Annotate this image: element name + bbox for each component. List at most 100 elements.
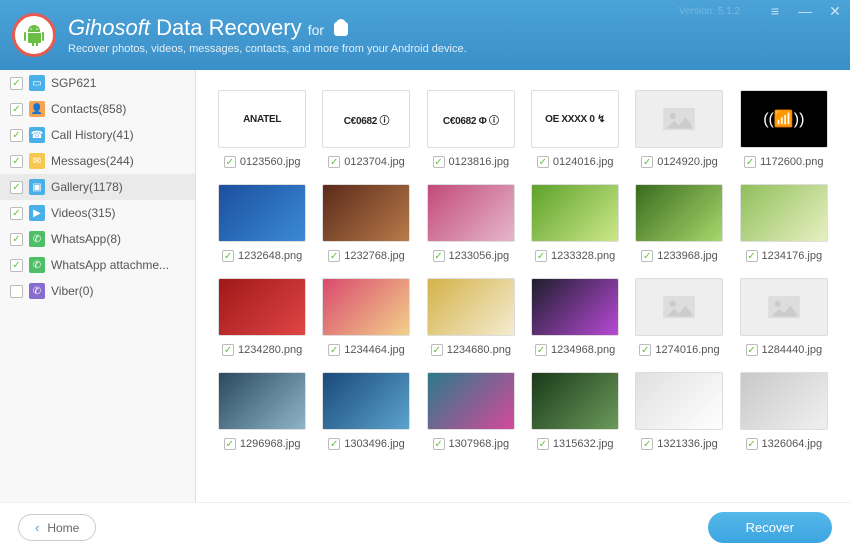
- checkbox[interactable]: ✓: [639, 344, 651, 356]
- thumbnail-image[interactable]: ANATEL: [218, 90, 306, 148]
- checkbox[interactable]: ✓: [10, 77, 23, 90]
- thumbnail-item[interactable]: C€0682 ⓘ✓0123704.jpg: [320, 90, 412, 168]
- thumbnail-item[interactable]: ✓1315632.jpg: [529, 372, 621, 450]
- checkbox[interactable]: ✓: [433, 156, 445, 168]
- sidebar-item-contacts[interactable]: ✓👤Contacts(858): [0, 96, 195, 122]
- checkbox[interactable]: ✓: [746, 344, 758, 356]
- thumbnail-item[interactable]: ✓1232648.png: [216, 184, 308, 262]
- sidebar-item-call-history[interactable]: ✓☎Call History(41): [0, 122, 195, 148]
- thumbnail-item[interactable]: ✓1233056.jpg: [425, 184, 517, 262]
- thumbnail-item[interactable]: ✓1296968.jpg: [216, 372, 308, 450]
- thumbnail-image[interactable]: OE XXXX 0 ↯: [531, 90, 619, 148]
- thumbnail-item[interactable]: ✓1307968.jpg: [425, 372, 517, 450]
- home-button[interactable]: ‹ Home: [18, 514, 96, 541]
- checkbox[interactable]: ✓: [10, 103, 23, 116]
- settings-button[interactable]: ≡: [760, 0, 790, 22]
- checkbox[interactable]: ✓: [433, 438, 445, 450]
- thumbnail-item[interactable]: ✓1234176.jpg: [738, 184, 830, 262]
- thumbnail-item[interactable]: ✓1274016.png: [633, 278, 725, 356]
- thumbnail-image[interactable]: [740, 278, 828, 336]
- checkbox[interactable]: ✓: [328, 344, 340, 356]
- thumbnail-item[interactable]: OE XXXX 0 ↯✓0124016.jpg: [529, 90, 621, 168]
- checkbox[interactable]: ✓: [10, 259, 23, 272]
- checkbox[interactable]: ✓: [328, 156, 340, 168]
- thumbnail-image[interactable]: [322, 372, 410, 430]
- thumbnail-item[interactable]: ✓1233328.png: [529, 184, 621, 262]
- thumbnail-item[interactable]: ✓ 1234280.png: [216, 278, 308, 356]
- thumbnail-item[interactable]: ✓ 1321336.jpg: [633, 372, 725, 450]
- thumbnail-caption: ✓1232768.jpg: [328, 250, 405, 262]
- sidebar-item-whatsapp-attach[interactable]: ✓✆WhatsApp attachme...: [0, 252, 195, 278]
- gallery-icon: ▣: [29, 179, 45, 195]
- checkbox[interactable]: ✓: [222, 250, 234, 262]
- sidebar-item-messages[interactable]: ✓✉Messages(244): [0, 148, 195, 174]
- thumbnail-item[interactable]: ✓1303496.jpg: [320, 372, 412, 450]
- checkbox[interactable]: ✓: [746, 250, 758, 262]
- thumbnail-item[interactable]: ✓1284440.jpg: [738, 278, 830, 356]
- checkbox[interactable]: ✓: [10, 285, 23, 298]
- thumbnail-image[interactable]: [635, 278, 723, 336]
- checkbox[interactable]: ✓: [10, 129, 23, 142]
- close-button[interactable]: ✕: [820, 0, 850, 22]
- thumbnail-item[interactable]: ✓1233968.jpg: [633, 184, 725, 262]
- thumbnail-image[interactable]: C€0682 ⓘ: [322, 90, 410, 148]
- thumbnail-image[interactable]: [740, 184, 828, 242]
- thumbnail-image[interactable]: [218, 372, 306, 430]
- checkbox[interactable]: ✓: [328, 250, 340, 262]
- minimize-button[interactable]: —: [790, 0, 820, 22]
- thumbnail-item[interactable]: ✓0124920.jpg: [633, 90, 725, 168]
- thumbnail-item[interactable]: C€0682 Φ ⓘ✓0123816.jpg: [425, 90, 517, 168]
- thumbnail-image[interactable]: [218, 184, 306, 242]
- sidebar-item-gallery[interactable]: ✓▣Gallery(1178): [0, 174, 195, 200]
- checkbox[interactable]: ✓: [10, 233, 23, 246]
- checkbox[interactable]: ✓: [431, 344, 443, 356]
- thumbnail-image[interactable]: [635, 372, 723, 430]
- thumbnail-item[interactable]: ((📶))✓1172600.png: [738, 90, 830, 168]
- thumbnail-item[interactable]: ✓1234464.jpg: [320, 278, 412, 356]
- thumbnail-image[interactable]: [531, 184, 619, 242]
- checkbox[interactable]: ✓: [433, 250, 445, 262]
- checkbox[interactable]: ✓: [744, 156, 756, 168]
- checkbox[interactable]: ✓: [641, 438, 653, 450]
- thumbnail-item[interactable]: ✓1234968.png: [529, 278, 621, 356]
- recover-button[interactable]: Recover: [708, 512, 832, 543]
- checkbox[interactable]: ✓: [537, 438, 549, 450]
- sidebar-item-device[interactable]: ✓▭SGP621: [0, 70, 195, 96]
- checkbox[interactable]: ✓: [10, 181, 23, 194]
- thumbnail-item[interactable]: ✓1232768.jpg: [320, 184, 412, 262]
- thumbnail-item[interactable]: ✓1234680.png: [425, 278, 517, 356]
- checkbox[interactable]: ✓: [222, 344, 234, 356]
- checkbox[interactable]: ✓: [10, 155, 23, 168]
- checkbox[interactable]: ✓: [10, 207, 23, 220]
- thumbnail-image[interactable]: [218, 278, 306, 336]
- thumbnail-image[interactable]: [531, 372, 619, 430]
- checkbox[interactable]: ✓: [224, 438, 236, 450]
- checkbox[interactable]: ✓: [537, 156, 549, 168]
- filename-label: 1321336.jpg: [657, 438, 718, 450]
- thumbnail-image[interactable]: [740, 372, 828, 430]
- thumbnail-image[interactable]: [531, 278, 619, 336]
- checkbox[interactable]: ✓: [535, 344, 547, 356]
- checkbox[interactable]: ✓: [641, 156, 653, 168]
- thumbnail-image[interactable]: C€0682 Φ ⓘ: [427, 90, 515, 148]
- thumbnail-item[interactable]: ANATEL✓0123560.jpg: [216, 90, 308, 168]
- checkbox[interactable]: ✓: [535, 250, 547, 262]
- thumbnail-image[interactable]: [635, 184, 723, 242]
- thumbnail-image[interactable]: [427, 372, 515, 430]
- thumbnail-image[interactable]: [427, 184, 515, 242]
- checkbox[interactable]: ✓: [328, 438, 340, 450]
- thumbnail-image[interactable]: [322, 184, 410, 242]
- filename-label: 1234280.png: [238, 344, 302, 356]
- thumbnail-image[interactable]: [635, 90, 723, 148]
- viber-icon: ✆: [29, 283, 45, 299]
- thumbnail-image[interactable]: [427, 278, 515, 336]
- thumbnail-image[interactable]: [322, 278, 410, 336]
- sidebar-item-videos[interactable]: ✓▶Videos(315): [0, 200, 195, 226]
- checkbox[interactable]: ✓: [641, 250, 653, 262]
- thumbnail-image[interactable]: ((📶)): [740, 90, 828, 148]
- sidebar-item-viber[interactable]: ✓✆Viber(0): [0, 278, 195, 304]
- thumbnail-item[interactable]: ✓1326064.jpg: [738, 372, 830, 450]
- checkbox[interactable]: ✓: [746, 438, 758, 450]
- sidebar-item-whatsapp[interactable]: ✓✆WhatsApp(8): [0, 226, 195, 252]
- checkbox[interactable]: ✓: [224, 156, 236, 168]
